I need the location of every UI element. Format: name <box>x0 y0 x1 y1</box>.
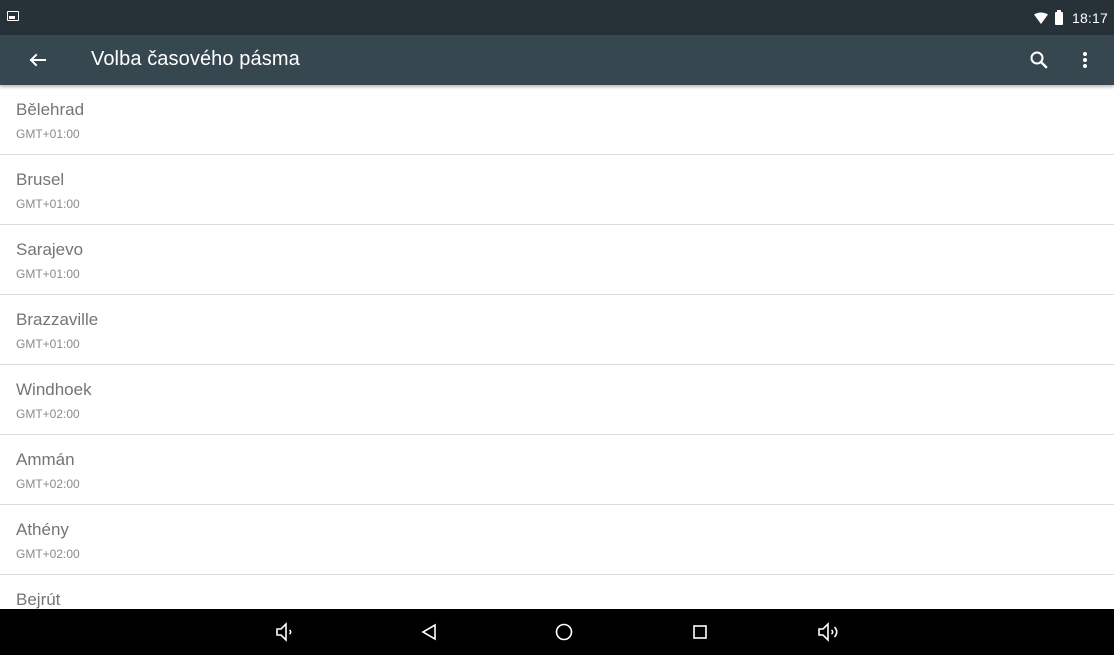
page-title: Volba časového pásma <box>91 48 300 70</box>
battery-icon <box>1054 9 1063 25</box>
volume-up-icon <box>818 622 838 642</box>
back-nav-button[interactable] <box>418 620 442 644</box>
timezone-offset: GMT+01:00 <box>16 197 80 211</box>
timezone-item[interactable]: Bejrút <box>0 575 1114 609</box>
timezone-offset: GMT+01:00 <box>16 267 80 281</box>
timezone-picker-screen: 18:17 Volba časového pásma Bělehrad GMT+… <box>0 0 1114 655</box>
timezone-offset: GMT+02:00 <box>16 547 80 561</box>
timezone-name: Sarajevo <box>16 240 84 259</box>
image-notification-icon <box>7 11 19 21</box>
home-nav-button[interactable] <box>552 620 576 644</box>
timezone-name: Brazzaville <box>16 310 99 329</box>
timezone-offset: GMT+01:00 <box>16 337 80 351</box>
timezone-name: Athény <box>16 520 69 539</box>
back-triangle-icon <box>421 623 436 641</box>
search-button[interactable] <box>1027 48 1051 72</box>
timezone-item[interactable]: Athény GMT+02:00 <box>0 505 1114 575</box>
app-bar: Volba časového pásma <box>0 35 1114 85</box>
timezone-name: Bělehrad <box>16 100 85 119</box>
timezone-offset: GMT+02:00 <box>16 407 80 421</box>
timezone-name: Brusel <box>16 170 65 189</box>
timezone-item[interactable]: Sarajevo GMT+01:00 <box>0 225 1114 295</box>
timezone-name: Windhoek <box>16 380 92 399</box>
status-bar: 18:17 <box>0 0 1114 35</box>
navigation-bar <box>0 609 1114 655</box>
timezone-item[interactable]: Ammán GMT+02:00 <box>0 435 1114 505</box>
recents-nav-button[interactable] <box>688 620 712 644</box>
overflow-menu-button[interactable] <box>1075 48 1095 72</box>
timezone-item[interactable]: Brazzaville GMT+01:00 <box>0 295 1114 365</box>
back-button[interactable] <box>22 48 48 72</box>
volume-down-button[interactable] <box>274 620 298 644</box>
status-time: 18:17 <box>1071 10 1108 26</box>
timezone-item[interactable]: Brusel GMT+01:00 <box>0 155 1114 225</box>
recents-square-icon <box>693 625 707 639</box>
timezone-item[interactable]: Bělehrad GMT+01:00 <box>0 85 1114 155</box>
home-circle-icon <box>555 623 573 641</box>
timezone-name: Ammán <box>16 450 75 469</box>
more-vert-icon <box>1083 52 1087 68</box>
timezone-item[interactable]: Windhoek GMT+02:00 <box>0 365 1114 435</box>
volume-down-icon <box>276 622 292 642</box>
timezone-name: Bejrút <box>16 590 61 609</box>
timezone-offset: GMT+02:00 <box>16 477 80 491</box>
timezone-list[interactable]: Bělehrad GMT+01:00 Brusel GMT+01:00 Sara… <box>0 85 1114 609</box>
volume-up-button[interactable] <box>816 620 840 644</box>
timezone-offset: GMT+01:00 <box>16 127 80 141</box>
back-arrow-icon <box>29 53 46 67</box>
status-indicators: 18:17 <box>1033 8 1108 28</box>
search-icon <box>1030 51 1048 69</box>
wifi-icon <box>1033 12 1048 24</box>
